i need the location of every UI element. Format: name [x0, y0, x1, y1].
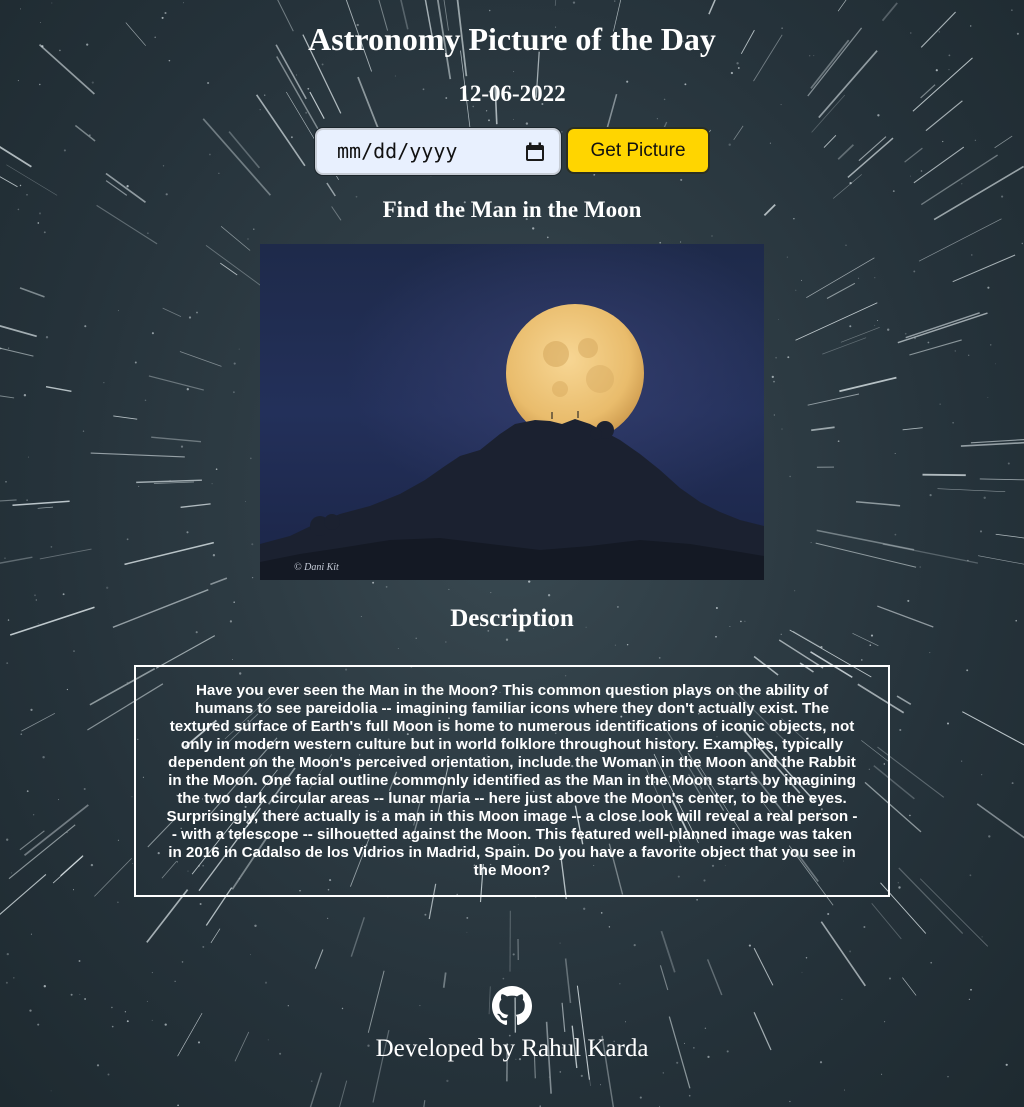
author-link[interactable]: Rahul Karda	[521, 1035, 648, 1062]
description-box: Have you ever seen the Man in the Moon? …	[134, 665, 890, 897]
calendar-icon[interactable]	[525, 142, 545, 162]
selected-date: 12-06-2022	[458, 81, 566, 106]
description-text: Have you ever seen the Man in the Moon? …	[166, 682, 858, 879]
apod-image: © Dani Kit	[260, 244, 764, 580]
description-heading: Description	[450, 605, 574, 632]
footer-prefix: Developed by	[375, 1035, 522, 1062]
github-icon[interactable]	[492, 986, 532, 1026]
date-input[interactable]: mm/dd/yyyy	[315, 128, 561, 175]
footer-credit: Developed by Rahul Karda	[0, 1033, 1024, 1065]
image-watermark: © Dani Kit	[294, 562, 339, 573]
get-picture-button[interactable]: Get Picture	[566, 127, 710, 174]
page-title: Astronomy Picture of the Day	[308, 21, 716, 57]
picture-title: Find the Man in the Moon	[382, 197, 642, 222]
date-placeholder: mm/dd/yyyy	[337, 139, 458, 163]
